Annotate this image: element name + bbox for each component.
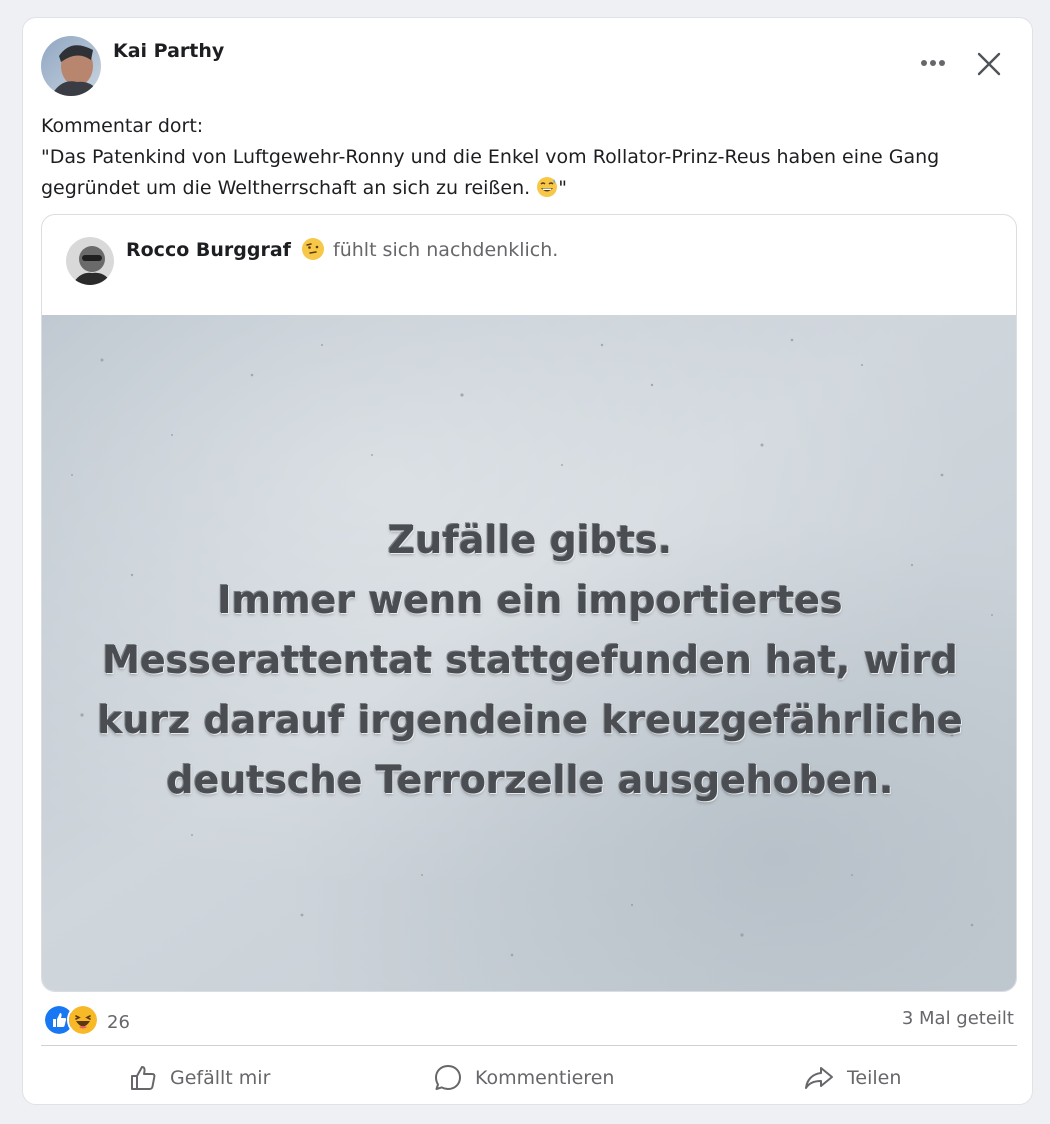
reactions-summary[interactable]: 26 <box>43 1003 130 1037</box>
meme-caption-line: deutsche Terrorzelle ausgehoben. <box>166 758 894 802</box>
meme-caption-line: Zufälle gibts. <box>387 518 673 562</box>
like-button[interactable]: Gefällt mir <box>128 1060 270 1096</box>
haha-reaction-icon <box>67 1004 99 1036</box>
comment-button-label: Kommentieren <box>475 1067 615 1089</box>
post-text-line: gegründet um die Weltherrschaft an sich … <box>41 173 1001 204</box>
close-icon <box>977 52 1001 76</box>
share-button-label: Teilen <box>847 1067 902 1089</box>
shared-author-avatar[interactable] <box>66 237 114 285</box>
shared-image[interactable]: Zufälle gibts. Immer wenn ein importiert… <box>42 315 1016 991</box>
more-dot-icon <box>930 60 936 66</box>
more-dot-icon <box>939 60 945 66</box>
like-button-label: Gefällt mir <box>170 1067 271 1089</box>
shared-post[interactable]: Rocco Burggraf fühlt sich nachdenklich. <box>41 214 1017 992</box>
meme-caption-line: kurz darauf irgendeine kreuzgefährliche <box>97 698 963 742</box>
thumbs-up-icon <box>131 1066 156 1090</box>
shared-author-name[interactable]: Rocco Burggraf <box>126 239 291 261</box>
comment-button[interactable]: Kommentieren <box>433 1060 614 1096</box>
author-avatar[interactable] <box>41 36 101 96</box>
meme-caption: Zufälle gibts. Immer wenn ein importiert… <box>42 510 1016 810</box>
post-text: Kommentar dort: "Das Patenkind von Luftg… <box>41 111 1001 204</box>
more-dot-icon <box>921 60 927 66</box>
share-count[interactable]: 3 Mal geteilt <box>902 1008 1014 1029</box>
post-text-line: "Das Patenkind von Luftgewehr-Ronny und … <box>41 146 940 168</box>
comment-bubble-icon <box>435 1065 461 1090</box>
author-name[interactable]: Kai Parthy <box>113 40 224 62</box>
share-arrow-icon <box>805 1067 833 1089</box>
post-text-quote: " <box>558 177 567 199</box>
thinking-face-emoji-icon <box>301 238 324 260</box>
share-button[interactable]: Teilen <box>803 1060 901 1096</box>
post-card: Kai Parthy Kommentar dort: "Das Patenkin… <box>22 17 1033 1105</box>
shared-header: Rocco Burggraf fühlt sich nachdenklich. <box>126 237 558 261</box>
post-text-segment: gegründet um die Weltherrschaft an sich … <box>41 177 537 199</box>
meme-caption-line: Messerattentat stattgefunden hat, wird <box>102 638 958 682</box>
close-button[interactable] <box>973 48 1005 80</box>
feeling-text: fühlt sich nachdenklich. <box>333 239 559 261</box>
more-options-button[interactable] <box>918 50 950 74</box>
action-divider <box>41 1045 1017 1046</box>
meme-caption-line: Immer wenn ein importiertes <box>217 578 843 622</box>
grinning-sweat-emoji-icon <box>537 177 558 197</box>
post-text-line: Kommentar dort: <box>41 115 204 137</box>
reaction-count[interactable]: 26 <box>107 1008 130 1033</box>
